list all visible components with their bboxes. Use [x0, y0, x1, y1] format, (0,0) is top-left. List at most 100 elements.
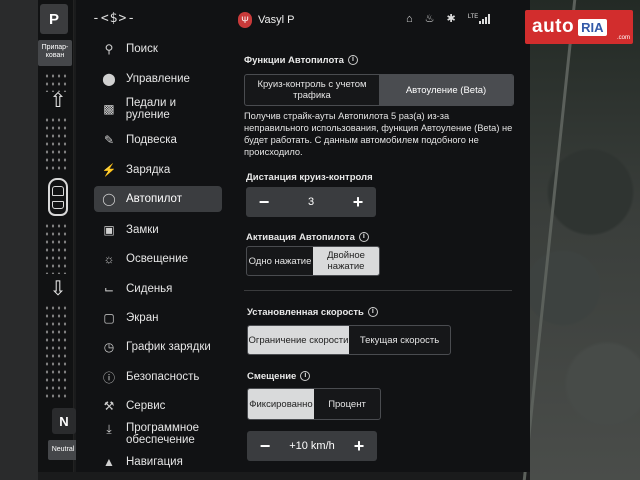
signal-icon: LTE [467, 13, 491, 24]
user-name[interactable]: Vasyl P [258, 14, 294, 26]
gear-neutral-label: Neutral [48, 440, 78, 460]
home-icon[interactable]: ⌂ [406, 13, 413, 25]
offset-segmented-control: Фиксированно Процент [247, 388, 381, 420]
lte-label: LTE [467, 13, 479, 20]
speed-segmented-control: Ограничение скорости Текущая скорость [247, 325, 451, 355]
wrench-icon: ✎ [103, 133, 115, 147]
gear-dots [44, 116, 68, 172]
gear-dots [44, 222, 68, 274]
sidebar-item-navigation[interactable]: ▲ Навигация [94, 452, 222, 472]
activation-segmented-control: Одно нажатие Двойное нажатие [246, 246, 380, 276]
distance-title: Дистанция круиз-контроля [246, 172, 373, 183]
watermark-badge: auto RIA .com [525, 10, 633, 44]
distance-plus-button[interactable]: + [350, 192, 366, 213]
sidebar-item-seats[interactable]: ⌙ Сиденья [94, 276, 222, 302]
sidebar-item-autopilot[interactable]: ◯ Автопилот [94, 186, 222, 212]
offset-value: +10 km/h [289, 440, 335, 452]
speed-option-limit[interactable]: Ограничение скорости [248, 326, 349, 354]
sidebar-item-locks[interactable]: ▣ Замки [94, 217, 222, 243]
status-bar: ⌂ ♨ ✱ LTE [406, 12, 491, 25]
offset-title-text: Смещение [247, 371, 297, 382]
bell-icon[interactable]: ♨ [425, 12, 435, 25]
sidebar-item-label: Замки [126, 224, 159, 236]
info-icon[interactable]: i [300, 371, 311, 382]
sidebar-item-label: Автопилот [126, 193, 182, 205]
offset-option-percent[interactable]: Процент [314, 389, 380, 419]
activation-option-single[interactable]: Одно нажатие [247, 247, 313, 275]
activation-option-double[interactable]: Двойное нажатие [313, 247, 379, 275]
gear-neutral[interactable]: N [52, 408, 76, 434]
activation-title: Активация Автопилота i [246, 232, 369, 243]
sidebar-item-pedals[interactable]: ▩ Педали и руление [94, 96, 222, 122]
search-icon: ⚲ [104, 42, 114, 56]
sun-icon: ☼ [103, 252, 115, 266]
screen-bezel [0, 0, 38, 480]
offset-minus-button[interactable]: − [257, 436, 273, 457]
sidebar-item-label: Навигация [126, 456, 183, 468]
arrow-down-icon[interactable]: ⇩ [46, 276, 70, 301]
sidebar-item-label: Зарядка [126, 164, 171, 176]
steering-wheel-icon: ◯ [102, 192, 116, 206]
speed-title: Установленная скорость i [247, 307, 378, 318]
download-icon: ⤓ [106, 422, 112, 436]
features-title-text: Функции Автопилота [244, 55, 344, 66]
bolt-icon: ⚡ [101, 163, 117, 177]
sidebar-item-label: Управление [126, 73, 190, 85]
offset-stepper: − +10 km/h + [247, 431, 377, 461]
sidebar-item-charge-schedule[interactable]: ◷ График зарядки [94, 334, 222, 360]
offset-title: Смещение i [247, 371, 311, 382]
arrow-up-icon[interactable]: ⇧ [46, 88, 70, 113]
sidebar-item-label: Сервис [126, 400, 166, 412]
clock-icon: ◷ [103, 340, 115, 354]
display-icon: ▢ [103, 311, 115, 325]
info-icon[interactable]: i [358, 232, 369, 243]
info-icon[interactable]: i [367, 307, 378, 318]
sidebar-item-charging[interactable]: ⚡ Зарядка [94, 157, 222, 183]
sidebar-item-software[interactable]: ⤓ Программное обеспечение [94, 422, 222, 448]
sidebar-item-label: Безопасность [126, 371, 200, 383]
sidebar-item-search[interactable]: ⚲ Поиск [94, 36, 222, 62]
sidebar-item-controls[interactable]: ⬤ Управление [94, 66, 222, 92]
nav-top-icon[interactable]: -<$>- [92, 11, 136, 26]
sidebar-item-label: Программное обеспечение [126, 422, 199, 446]
features-segmented-control: Круиз-контроль с учетом трафика Автоулен… [244, 74, 514, 106]
info-icon: ⓘ [102, 370, 115, 385]
gear-dots [44, 304, 68, 400]
badge-auto-text: auto [532, 16, 575, 37]
features-option-traffic-cruise[interactable]: Круиз-контроль с учетом трафика [245, 75, 379, 105]
user-avatar[interactable]: Ψ [238, 12, 252, 28]
speed-title-text: Установленная скорость [247, 307, 364, 318]
offset-option-fixed[interactable]: Фиксированно [248, 389, 314, 419]
distance-minus-button[interactable]: − [256, 192, 272, 213]
speed-option-current[interactable]: Текущая скорость [349, 326, 450, 354]
toggle-icon: ⬤ [102, 72, 116, 86]
section-divider [244, 290, 512, 291]
offset-plus-button[interactable]: + [351, 436, 367, 457]
tools-icon: ⚒ [103, 399, 115, 413]
features-option-autosteer[interactable]: Автоуление (Beta) [379, 75, 513, 105]
sidebar-item-display[interactable]: ▢ Экран [94, 305, 222, 331]
distance-value: 3 [307, 196, 315, 208]
sidebar-item-safety[interactable]: ⓘ Безопасность [94, 364, 222, 390]
badge-ria-text: RIA [578, 18, 607, 36]
strike-info-text: Получив страйк-ауты Автопилота 5 раз(а) … [244, 111, 513, 157]
bluetooth-icon[interactable]: ✱ [447, 12, 456, 25]
distance-stepper: − 3 + [246, 187, 376, 217]
sidebar-item-label: График зарядки [126, 341, 211, 353]
sidebar-item-label: Педали и руление [125, 97, 176, 121]
activation-title-text: Активация Автопилота [246, 232, 355, 243]
gear-park-label: Припар-кован [38, 40, 72, 66]
seat-icon: ⌙ [103, 282, 115, 296]
gear-park[interactable]: P [40, 4, 68, 34]
sidebar-item-label: Освещение [126, 253, 188, 265]
info-icon[interactable]: i [347, 55, 358, 66]
features-title: Функции Автопилота i [244, 55, 358, 66]
lock-icon: ▣ [103, 223, 115, 237]
sidebar-item-suspension[interactable]: ✎ Подвеска [94, 127, 222, 153]
badge-com-text: .com [616, 35, 630, 41]
map-view[interactable] [530, 0, 640, 480]
sidebar-item-label: Сиденья [126, 283, 173, 295]
car-top-view-icon [48, 178, 68, 216]
sidebar-item-lights[interactable]: ☼ Освещение [94, 246, 222, 272]
sidebar-item-service[interactable]: ⚒ Сервис [94, 393, 222, 419]
